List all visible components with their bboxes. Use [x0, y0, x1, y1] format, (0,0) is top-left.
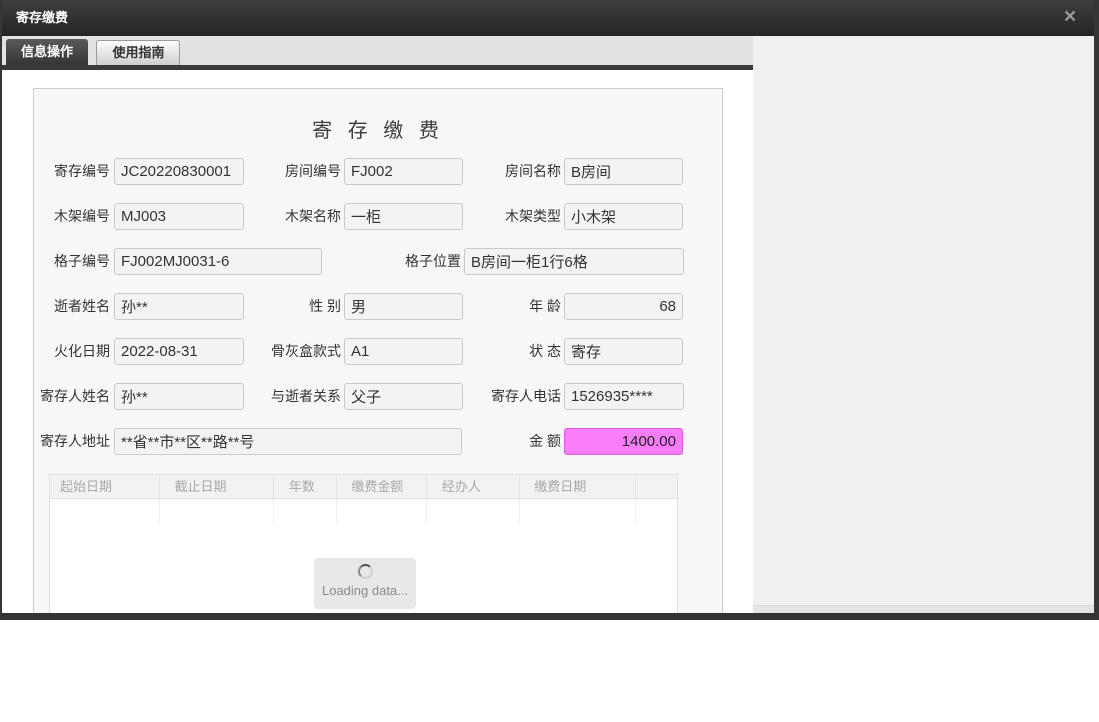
- cremation-date-label: 火化日期: [34, 338, 110, 365]
- depositor-address-label: 寄存人地址: [34, 428, 110, 455]
- deceased-name-field[interactable]: [114, 293, 244, 320]
- room-no-label: 房间编号: [251, 158, 341, 185]
- dialog-title: 寄存缴费: [16, 0, 68, 36]
- age-field[interactable]: [564, 293, 683, 320]
- dialog-bottom-scroll-strip: [753, 605, 1094, 613]
- form-title: 寄 存 缴 费: [34, 114, 722, 143]
- tab-user-guide[interactable]: 使用指南: [96, 40, 180, 65]
- relation-label: 与逝者关系: [251, 383, 341, 410]
- form-panel: 寄 存 缴 费 寄存编号 房间编号 房间名称 木架编号 木架名称 木架类型 格子…: [33, 88, 723, 613]
- rack-no-label: 木架编号: [34, 203, 110, 230]
- table-header-payment-amount[interactable]: 缴费金额: [341, 475, 427, 498]
- tab-info-operation[interactable]: 信息操作: [6, 39, 88, 65]
- depositor-address-field[interactable]: [114, 428, 462, 455]
- depositor-name-label: 寄存人姓名: [34, 383, 110, 410]
- cremation-date-field[interactable]: [114, 338, 244, 365]
- table-header-years[interactable]: 年数: [279, 475, 337, 498]
- depositor-name-field[interactable]: [114, 383, 244, 410]
- amount-field[interactable]: [564, 428, 683, 455]
- table-cell: [341, 499, 427, 524]
- rack-type-label: 木架类型: [471, 203, 561, 230]
- rack-type-field[interactable]: [564, 203, 683, 230]
- status-label: 状 态: [471, 338, 561, 365]
- cell-no-label: 格子编号: [34, 248, 110, 275]
- room-name-label: 房间名称: [471, 158, 561, 185]
- table-header-operator[interactable]: 经办人: [432, 475, 520, 498]
- table-header-row: 起始日期 截止日期 年数 缴费金额 经办人 缴费日期: [50, 475, 677, 499]
- cell-no-field[interactable]: [114, 248, 322, 275]
- depositor-phone-field[interactable]: [564, 383, 684, 410]
- gender-field[interactable]: [344, 293, 463, 320]
- age-label: 年 龄: [471, 293, 561, 320]
- deposit-no-label: 寄存编号: [34, 158, 110, 185]
- cell-position-label: 格子位置: [371, 248, 461, 275]
- depositor-phone-label: 寄存人电话: [471, 383, 561, 410]
- tab-strip: 信息操作 使用指南: [2, 36, 753, 65]
- close-icon[interactable]: ×: [1058, 4, 1082, 30]
- tab-content: 寄 存 缴 费 寄存编号 房间编号 房间名称 木架编号 木架名称 木架类型 格子…: [2, 70, 753, 613]
- urn-style-label: 骨灰盒款式: [251, 338, 341, 365]
- deposit-payment-dialog: 寄存缴费 × 信息操作 使用指南 寄 存 缴 费 寄存编号 房间编号 房间名称 …: [0, 0, 1099, 620]
- table-cell: [432, 499, 520, 524]
- room-name-field[interactable]: [564, 158, 683, 185]
- loading-text: Loading data...: [314, 583, 416, 598]
- room-no-field[interactable]: [344, 158, 463, 185]
- relation-field[interactable]: [344, 383, 463, 410]
- deceased-name-label: 逝者姓名: [34, 293, 110, 320]
- amount-label: 金 额: [471, 428, 561, 455]
- table-header-payment-date[interactable]: 缴费日期: [524, 475, 636, 498]
- rack-name-label: 木架名称: [251, 203, 341, 230]
- table-cell: [164, 499, 274, 524]
- rack-no-field[interactable]: [114, 203, 244, 230]
- urn-style-field[interactable]: [344, 338, 463, 365]
- table-cell: [524, 499, 636, 524]
- dialog-titlebar: 寄存缴费 ×: [2, 0, 1094, 36]
- loading-indicator: Loading data...: [314, 558, 416, 609]
- spinner-icon: [358, 564, 373, 579]
- cell-position-field[interactable]: [464, 248, 684, 275]
- status-field[interactable]: [564, 338, 683, 365]
- table-header-start-date[interactable]: 起始日期: [50, 475, 160, 498]
- table-cell: [50, 499, 160, 524]
- gender-label: 性 别: [251, 293, 341, 320]
- page-background: 寄存缴费 × 信息操作 使用指南 寄 存 缴 费 寄存编号 房间编号 房间名称 …: [0, 0, 1099, 722]
- table-empty-row: [50, 499, 677, 524]
- table-cell: [279, 499, 337, 524]
- table-header-end-date[interactable]: 截止日期: [164, 475, 274, 498]
- deposit-no-field[interactable]: [114, 158, 244, 185]
- rack-name-field[interactable]: [344, 203, 463, 230]
